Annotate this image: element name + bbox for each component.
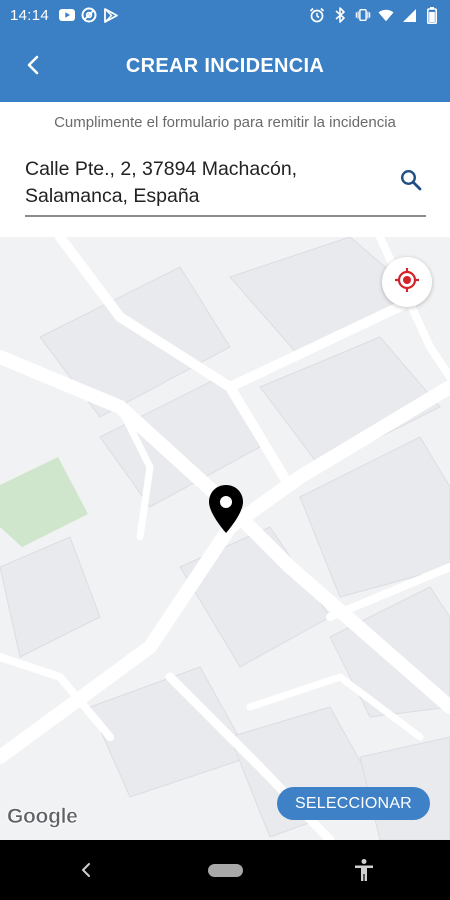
system-nav-bar [0, 840, 450, 900]
form-instructions: Cumplimente el formulario para remitir l… [54, 114, 396, 131]
location-pin-icon[interactable] [207, 484, 245, 534]
map-background [0, 237, 450, 840]
signal-icon [401, 7, 417, 23]
bluetooth-icon [332, 7, 348, 23]
play-store-icon [103, 7, 119, 23]
status-time: 14:14 [10, 6, 50, 24]
chevron-left-icon [26, 55, 40, 80]
vibrate-icon [355, 7, 371, 23]
address-field[interactable]: Calle Pte., 2, 37894 Machacón, Salamanca… [25, 156, 426, 217]
address-text[interactable]: Calle Pte., 2, 37894 Machacón, Salamanca… [25, 156, 375, 210]
status-bar: 14:14 [0, 0, 450, 30]
search-icon [400, 169, 422, 196]
back-triangle-icon[interactable] [76, 860, 96, 880]
page-title: CREAR INCIDENCIA [125, 54, 325, 77]
crosshair-icon [394, 267, 420, 298]
status-right-icons [309, 6, 440, 24]
locate-me-button[interactable] [382, 257, 432, 307]
back-button[interactable] [18, 52, 48, 82]
google-logo: Google [7, 805, 78, 829]
alarm-icon [309, 7, 325, 23]
home-pill-icon[interactable] [208, 864, 243, 877]
battery-icon [424, 6, 440, 24]
select-location-button[interactable]: SELECCIONAR [277, 787, 430, 820]
at-icon [81, 7, 97, 23]
search-button[interactable] [398, 169, 424, 195]
youtube-icon [59, 7, 76, 23]
map-view[interactable]: Google SELECCIONAR [0, 237, 450, 840]
accessibility-icon[interactable] [352, 858, 376, 882]
wifi-icon [378, 7, 394, 23]
app-bar: CREAR INCIDENCIA [0, 30, 450, 102]
status-left-icons [59, 7, 119, 23]
